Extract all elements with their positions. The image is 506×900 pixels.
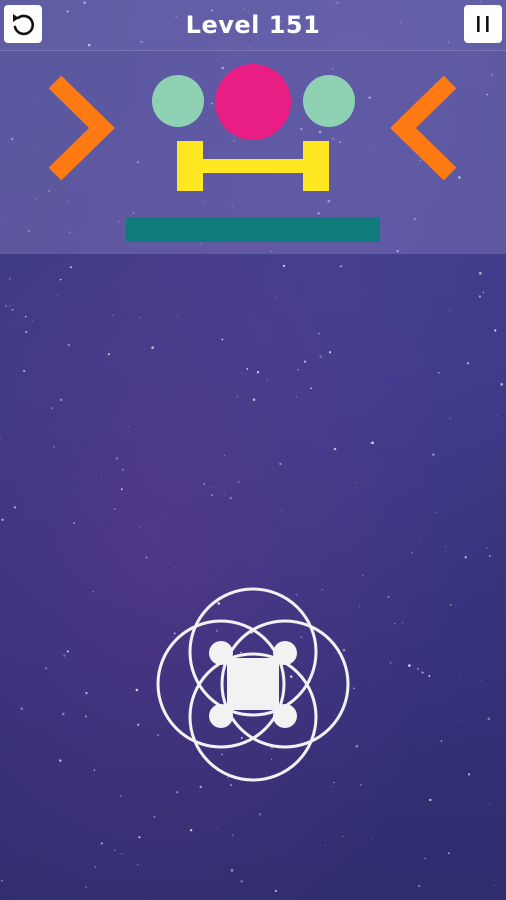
player-piece[interactable] — [156, 587, 350, 782]
left-chevron-icon — [48, 75, 115, 181]
node-bottom-right — [273, 704, 297, 728]
big-circle — [215, 64, 291, 140]
yellow-bracket — [177, 141, 329, 191]
center-square — [227, 658, 279, 710]
small-circle-right — [303, 75, 355, 127]
node-top-right — [273, 641, 297, 665]
game-board — [48, 64, 457, 782]
node-top-left — [209, 641, 233, 665]
right-chevron-icon — [390, 75, 457, 181]
node-bottom-left — [209, 704, 233, 728]
small-circle-left — [152, 75, 204, 127]
teal-bar — [126, 217, 380, 242]
